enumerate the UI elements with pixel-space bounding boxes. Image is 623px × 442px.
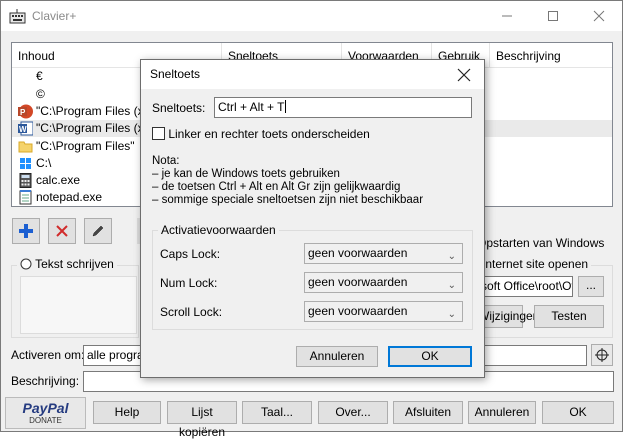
folder-icon bbox=[18, 141, 33, 153]
row-content: notepad.exe bbox=[36, 190, 103, 204]
paypal-brand: PayPal bbox=[22, 400, 69, 416]
text-radio[interactable]: Tekst schrijven bbox=[17, 257, 117, 271]
row-content: "C:\Program Files" bbox=[36, 139, 135, 153]
description-label: Beschrijving: bbox=[11, 374, 80, 388]
language-button[interactable]: Taal... bbox=[242, 401, 312, 424]
quit-button[interactable]: Afsluiten bbox=[393, 401, 463, 424]
delete-button[interactable] bbox=[48, 218, 76, 244]
caps-lock-label: Caps Lock: bbox=[160, 247, 221, 261]
dialog-cancel-button[interactable]: Annuleren bbox=[296, 346, 378, 367]
cancel-button[interactable]: Annuleren bbox=[468, 401, 536, 424]
browse-button[interactable]: ... bbox=[578, 276, 604, 297]
help-button[interactable]: Help bbox=[93, 401, 161, 424]
activate-label: Activeren om: bbox=[11, 348, 85, 362]
about-button[interactable]: Over... bbox=[318, 401, 388, 424]
caps-lock-select[interactable]: geen voorwaarden ⌄ bbox=[304, 243, 463, 264]
note-line: – de toetsen Ctrl + Alt en Alt Gr zijn g… bbox=[152, 181, 401, 193]
edit-button[interactable] bbox=[84, 218, 112, 244]
notepad-icon bbox=[19, 190, 32, 205]
paypal-donate-button[interactable]: PayPal DONATE bbox=[5, 397, 86, 429]
close-icon[interactable] bbox=[576, 1, 622, 31]
scroll-lock-value: geen voorwaarden bbox=[308, 304, 408, 318]
note-block: Nota: – je kan de Windows toets gebruike… bbox=[152, 155, 423, 207]
num-lock-select[interactable]: geen voorwaarden ⌄ bbox=[304, 272, 463, 293]
activate-field-right[interactable] bbox=[483, 345, 587, 366]
row-content: © bbox=[36, 87, 45, 101]
maximize-icon[interactable] bbox=[530, 1, 576, 31]
row-content: "C:\Program Files (x86 bbox=[36, 121, 157, 135]
column-header-description[interactable]: Beschrijving bbox=[490, 43, 612, 67]
note-line: – sommige speciale sneltoetsen zijn niet… bbox=[152, 194, 424, 206]
num-lock-value: geen voorwaarden bbox=[308, 275, 408, 289]
powerpoint-icon: P bbox=[18, 104, 33, 119]
row-content: C:\ bbox=[36, 156, 52, 170]
delete-icon bbox=[56, 225, 68, 237]
shortcut-label: Sneltoets: bbox=[152, 101, 206, 115]
paypal-donate-label: DONATE bbox=[29, 416, 62, 425]
shortcut-field[interactable]: Ctrl + Alt + T bbox=[214, 97, 472, 118]
test-button[interactable]: Testen bbox=[534, 305, 604, 328]
plus-icon bbox=[19, 224, 33, 238]
close-icon[interactable] bbox=[455, 66, 473, 84]
copy-list-button[interactable]: Lijst kopiëren bbox=[167, 401, 237, 439]
minimize-icon[interactable] bbox=[484, 1, 530, 31]
shortcut-dialog: Sneltoets Sneltoets: Ctrl + Alt + T Link… bbox=[140, 59, 485, 378]
conditions-group-title: Activatievoorwaarden bbox=[158, 223, 279, 237]
pencil-icon bbox=[92, 225, 104, 237]
title-bar: Clavier+ bbox=[1, 1, 622, 31]
drive-icon bbox=[20, 158, 31, 169]
note-title: Nota: bbox=[152, 155, 180, 167]
keyboard-icon bbox=[9, 9, 26, 24]
open-site-label[interactable]: Internet site openen bbox=[482, 257, 592, 271]
path-field[interactable]: soft Office\root\Offi bbox=[477, 276, 573, 297]
distinguish-checkbox[interactable]: Linker en rechter toets onderscheiden bbox=[152, 127, 370, 141]
radio-icon bbox=[20, 258, 32, 270]
chevron-down-icon: ⌄ bbox=[447, 251, 456, 262]
dialog-title-bar: Sneltoets bbox=[141, 60, 484, 89]
crosshair-icon[interactable] bbox=[591, 344, 613, 366]
calculator-icon bbox=[19, 173, 32, 188]
text-caret bbox=[285, 100, 287, 113]
startup-label[interactable]: Opstarten van Windows bbox=[477, 236, 604, 250]
scroll-lock-select[interactable]: geen voorwaarden ⌄ bbox=[304, 301, 463, 322]
row-content: calc.exe bbox=[36, 173, 81, 187]
num-lock-label: Num Lock: bbox=[160, 276, 218, 290]
text-area[interactable] bbox=[20, 276, 137, 334]
svg-text:W: W bbox=[19, 125, 27, 134]
shortcut-value: Ctrl + Alt + T bbox=[218, 100, 285, 114]
dialog-title: Sneltoets bbox=[150, 67, 201, 81]
distinguish-label: Linker en rechter toets onderscheiden bbox=[168, 127, 370, 141]
radio-text-label: Tekst schrijven bbox=[35, 257, 114, 271]
chevron-down-icon: ⌄ bbox=[447, 280, 456, 291]
dialog-ok-button[interactable]: OK bbox=[388, 346, 472, 367]
chevron-down-icon: ⌄ bbox=[447, 309, 456, 320]
window-title: Clavier+ bbox=[32, 9, 77, 23]
checkbox-icon bbox=[152, 127, 165, 140]
caps-lock-value: geen voorwaarden bbox=[308, 246, 408, 260]
scroll-lock-label: Scroll Lock: bbox=[160, 305, 223, 319]
ok-button[interactable]: OK bbox=[542, 401, 614, 424]
add-button[interactable] bbox=[12, 218, 40, 244]
note-line: – je kan de Windows toets gebruiken bbox=[152, 168, 340, 180]
row-content: € bbox=[36, 69, 43, 83]
activate-field[interactable]: alle programma's bbox=[83, 345, 143, 366]
row-content: "C:\Program Files (x86 bbox=[36, 104, 157, 118]
svg-text:P: P bbox=[20, 108, 26, 117]
word-icon: W bbox=[18, 121, 33, 136]
